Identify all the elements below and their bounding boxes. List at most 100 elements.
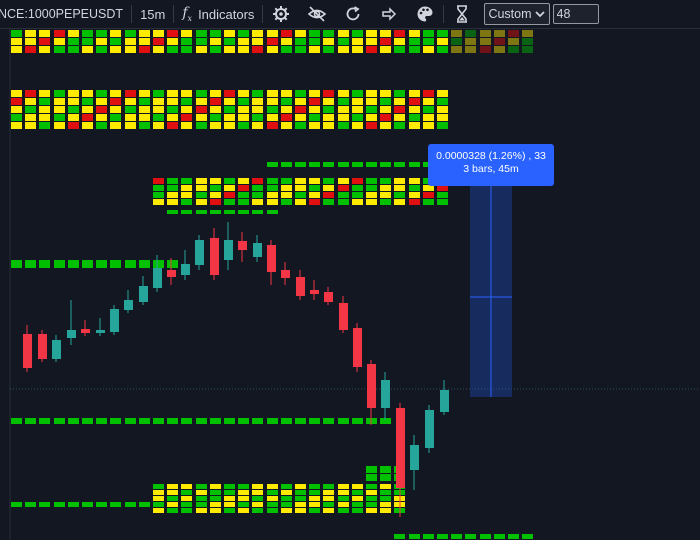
- heatmap-cell: [125, 90, 136, 97]
- candle-body: [81, 329, 90, 333]
- heatmap-cell: [167, 496, 178, 501]
- heatmap-cell: [224, 114, 235, 121]
- measure-tooltip-duration: 3 bars, 45m: [463, 163, 519, 175]
- heatmap-cell: [238, 508, 249, 513]
- heatmap-cell: [295, 192, 306, 198]
- heatmap-cell: [196, 98, 207, 105]
- heatmap-cell: [196, 490, 207, 495]
- heatmap-cell: [437, 534, 448, 539]
- heatmap-cell: [181, 38, 192, 45]
- heatmap-cell: [181, 418, 192, 424]
- range-select[interactable]: Custom: [484, 3, 550, 25]
- heatmap-cell: [451, 30, 462, 37]
- heatmap-cell: [125, 46, 136, 53]
- heatmap-cell: [451, 534, 462, 539]
- heatmap-cell: [125, 418, 136, 424]
- heatmap-cell: [295, 122, 306, 129]
- price-chart-canvas[interactable]: [0, 29, 700, 540]
- candle-body: [124, 300, 133, 310]
- heatmap-cell: [224, 98, 235, 105]
- heatmap-cell: [352, 178, 363, 184]
- range-value-input[interactable]: [552, 4, 599, 24]
- heatmap-cell: [423, 534, 434, 539]
- heatmap-cell: [267, 496, 278, 501]
- interval-button[interactable]: 15m: [132, 0, 173, 28]
- heatmap-cell: [167, 484, 178, 489]
- heatmap-cell: [224, 496, 235, 501]
- heatmap-cell: [352, 98, 363, 105]
- reload-icon[interactable]: [335, 0, 371, 28]
- palette-icon[interactable]: [407, 0, 443, 28]
- heatmap-cell: [323, 484, 334, 489]
- heatmap-cell: [423, 114, 434, 121]
- heatmap-cell: [281, 185, 292, 191]
- heatmap-cell: [380, 496, 391, 501]
- heatmap-cell: [153, 496, 164, 501]
- heatmap-cell: [153, 484, 164, 489]
- measure-tooltip-change: 0.0000328 (1.26%) , 33: [436, 150, 546, 162]
- heatmap-cell: [196, 90, 207, 97]
- heatmap-cell: [167, 199, 178, 205]
- heatmap-cell: [338, 30, 349, 37]
- heatmap-cell: [309, 30, 320, 37]
- heatmap-cell: [494, 30, 505, 37]
- heatmap-cell: [380, 199, 391, 205]
- heatmap-cell: [352, 502, 363, 507]
- heatmap-cell: [437, 122, 448, 129]
- heatmap-cell: [196, 185, 207, 191]
- heatmap-cell: [309, 192, 320, 198]
- heatmap-cell: [309, 508, 320, 513]
- heatmap-cell: [196, 484, 207, 489]
- heatmap-cell: [153, 98, 164, 105]
- heatmap-cell: [210, 484, 221, 489]
- heatmap-cell: [437, 114, 448, 121]
- heatmap-cell: [281, 122, 292, 129]
- heatmap-cell: [181, 185, 192, 191]
- heatmap-cell: [409, 122, 420, 129]
- heatmap-cell: [54, 38, 65, 45]
- heatmap-cell: [11, 122, 22, 129]
- candle-body: [253, 243, 262, 257]
- heatmap-cell: [11, 98, 22, 105]
- heatmap-cell: [437, 199, 448, 205]
- heatmap-cell: [380, 466, 391, 473]
- indicators-button[interactable]: fx Indicators: [174, 0, 262, 28]
- heatmap-cell: [394, 192, 405, 198]
- chevron-down-icon: [534, 11, 545, 18]
- heatmap-cell: [96, 90, 107, 97]
- heatmap-cell: [281, 496, 292, 501]
- heatmap-cell: [323, 114, 334, 121]
- hourglass-icon[interactable]: [444, 0, 480, 28]
- heatmap-cell: [25, 30, 36, 37]
- heatmap-cell: [181, 114, 192, 121]
- heatmap-cell: [153, 178, 164, 184]
- heatmap-cell: [196, 199, 207, 205]
- heatmap-cell: [153, 90, 164, 97]
- heatmap-cell: [153, 122, 164, 129]
- heatmap-cell: [252, 178, 263, 184]
- heatmap-cell: [39, 46, 50, 53]
- settings-gear-icon[interactable]: [263, 0, 299, 28]
- heatmap-cell: [281, 199, 292, 205]
- heatmap-cell: [409, 90, 420, 97]
- forward-arrow-icon[interactable]: [371, 0, 407, 28]
- heatmap-cell: [54, 260, 65, 268]
- heatmap-cell: [238, 199, 249, 205]
- range-select-value: Custom: [488, 7, 532, 21]
- heatmap-cell: [409, 192, 420, 198]
- heatmap-cell: [338, 38, 349, 45]
- heatmap-cell: [224, 106, 235, 113]
- candle-body: [195, 240, 204, 265]
- heatmap-cell: [267, 490, 278, 495]
- heatmap-cell: [196, 508, 207, 513]
- heatmap-cell: [68, 114, 79, 121]
- heatmap-cell: [139, 30, 150, 37]
- heatmap-cell: [338, 418, 349, 424]
- heatmap-cell: [323, 38, 334, 45]
- hide-eye-icon[interactable]: [299, 0, 335, 28]
- heatmap-cell: [295, 199, 306, 205]
- heatmap-cell: [380, 178, 391, 184]
- symbol-label[interactable]: NCE:1000PEPEUSDT: [0, 0, 131, 28]
- heatmap-cell: [139, 106, 150, 113]
- heatmap-cell: [338, 114, 349, 121]
